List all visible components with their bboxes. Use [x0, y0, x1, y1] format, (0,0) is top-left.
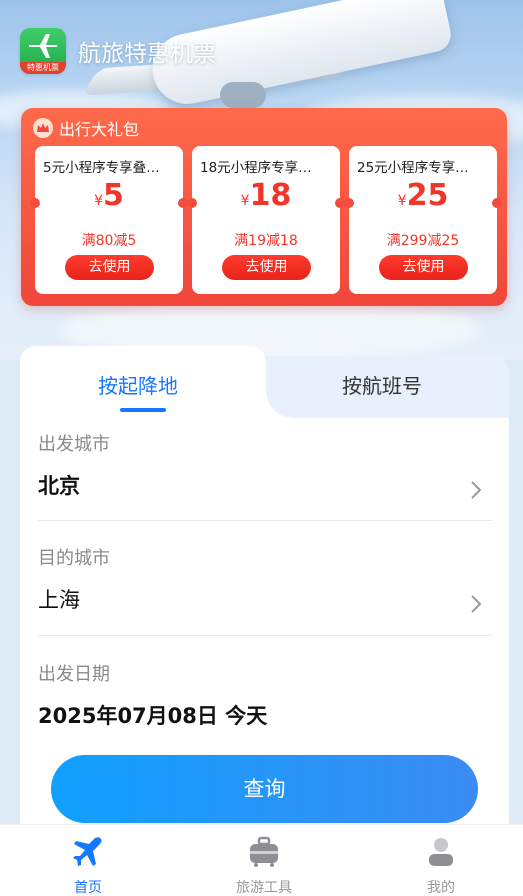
currency-symbol: ¥: [94, 193, 104, 209]
use-coupon-button[interactable]: 去使用: [65, 255, 154, 280]
logo-text: 特惠机票: [20, 62, 66, 74]
airplane-icon: [73, 837, 102, 866]
arrival-city-field[interactable]: 目的城市 上海: [38, 544, 492, 614]
departure-city-field[interactable]: 出发城市 北京: [38, 430, 492, 500]
tab-home-label: 首页: [74, 880, 102, 896]
bottom-tab-bar: 首页 旅游工具 我的: [0, 824, 523, 896]
gift-pack-title: 出行大礼包: [59, 120, 140, 139]
app-logo: 特惠机票: [20, 28, 66, 74]
departure-city-label: 出发城市: [38, 434, 110, 455]
divider: [38, 635, 492, 636]
arrival-city-label: 目的城市: [38, 548, 110, 569]
airplane-illustration-engine: [220, 82, 266, 108]
app-title: 航旅特惠机票: [78, 41, 216, 67]
currency-symbol: ¥: [397, 193, 407, 209]
flight-search-card: 按起降地 按航班号 出发城市 北京 目的城市 上海 出发日期 2025年07月0…: [20, 346, 509, 838]
coupon-amount: ¥18: [192, 178, 340, 213]
luggage-icon: [250, 836, 278, 867]
user-icon: [429, 838, 453, 866]
departure-date-field[interactable]: 出发日期 2025年07月08日 今天: [38, 660, 492, 730]
airplane-logo-icon: [29, 34, 58, 58]
coupon-amount: ¥25: [349, 178, 497, 213]
coupon-name: 25元小程序专享…: [357, 160, 469, 176]
coupon-amount: ¥5: [35, 178, 183, 213]
tab-profile[interactable]: 我的: [381, 825, 501, 896]
tab-travel-tools-label: 旅游工具: [236, 880, 292, 896]
coupon-condition: 满80减5: [81, 233, 137, 249]
departure-date-value[interactable]: 2025年07月08日 今天: [38, 700, 492, 730]
departure-date-label: 出发日期: [38, 664, 110, 685]
chevron-right-icon: [471, 481, 482, 499]
gift-crown-icon: [33, 118, 53, 138]
coupon-value: 18: [249, 178, 292, 213]
coupon-value: 25: [406, 178, 449, 213]
currency-symbol: ¥: [240, 193, 250, 209]
coupon-condition: 满299减25: [386, 233, 460, 249]
app-header: 特惠机票 航旅特惠机票: [20, 28, 216, 74]
gift-pack-panel: 出行大礼包 5元小程序专享叠… ¥5 满80减5 去使用 18元小程序专享… ¥…: [21, 108, 507, 306]
coupon-name: 18元小程序专享…: [200, 160, 312, 176]
coupon-value: 5: [103, 178, 124, 213]
tab-home[interactable]: 首页: [28, 825, 148, 896]
coupon-list: 5元小程序专享叠… ¥5 满80减5 去使用 18元小程序专享… ¥18 满19…: [30, 146, 502, 294]
chevron-right-icon: [471, 595, 482, 613]
coupon-name: 5元小程序专享叠…: [43, 160, 160, 176]
gift-pack-header: 出行大礼包: [33, 116, 139, 140]
tab-profile-label: 我的: [427, 880, 455, 896]
coupon-card[interactable]: 25元小程序专享… ¥25 满299减25 去使用: [344, 146, 502, 294]
active-tab-indicator: [120, 408, 166, 412]
tab-by-flight-number[interactable]: 按航班号: [342, 370, 422, 399]
tab-travel-tools[interactable]: 旅游工具: [204, 825, 324, 896]
use-coupon-button[interactable]: 去使用: [379, 255, 468, 280]
coupon-condition: 满19减18: [234, 233, 298, 249]
use-coupon-button[interactable]: 去使用: [222, 255, 311, 280]
search-button[interactable]: 查询: [51, 755, 478, 823]
tab-by-route-label[interactable]: 按起降地: [98, 370, 178, 399]
arrival-city-value[interactable]: 上海: [38, 584, 492, 614]
departure-city-value[interactable]: 北京: [38, 470, 492, 500]
divider: [38, 520, 492, 521]
coupon-card[interactable]: 5元小程序专享叠… ¥5 满80减5 去使用: [30, 146, 188, 294]
coupon-card[interactable]: 18元小程序专享… ¥18 满19减18 去使用: [187, 146, 345, 294]
